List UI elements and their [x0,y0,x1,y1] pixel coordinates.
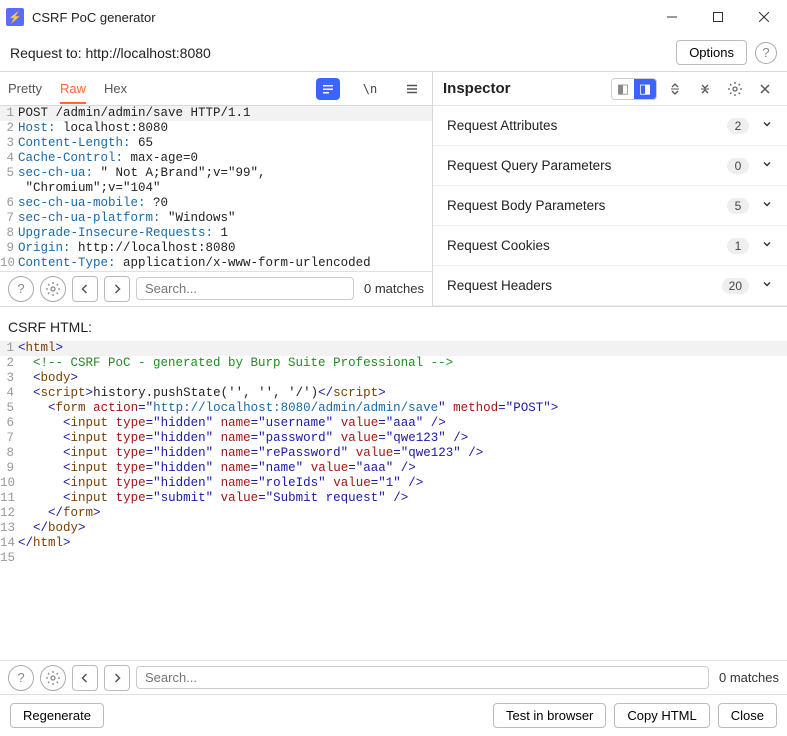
prev-match-button[interactable] [72,276,98,302]
code-line: 10Content-Type: application/x-www-form-u… [0,256,432,271]
layout-right-icon[interactable]: ◨ [634,79,656,99]
chevron-down-icon [761,198,773,213]
close-button[interactable]: Close [718,703,777,728]
code-line: 15 [0,551,787,566]
code-line: 6 <input type="hidden" name="username" v… [0,416,787,431]
code-line: 2Host: localhost:8080 [0,121,432,136]
options-button[interactable]: Options [676,40,747,65]
split-pane: Pretty Raw Hex \n 1POST /admin/admin/sav… [0,72,787,307]
tab-hex[interactable]: Hex [104,75,127,102]
request-pane: Pretty Raw Hex \n 1POST /admin/admin/sav… [0,72,433,306]
code-line: 11 <input type="submit" value="Submit re… [0,491,787,506]
inspector-row[interactable]: Request Headers20 [433,266,787,306]
copy-html-button[interactable]: Copy HTML [614,703,709,728]
code-line: 14</html> [0,536,787,551]
inspector-pane: Inspector ◧ ◨ Request Attributes2Request… [433,72,787,306]
tab-pretty[interactable]: Pretty [8,75,42,102]
chevron-down-icon [761,158,773,173]
layout-left-icon[interactable]: ◧ [612,79,634,99]
gear-icon[interactable] [40,276,66,302]
code-line: 5 <form action="http://localhost:8080/ad… [0,401,787,416]
count-badge: 2 [727,118,749,134]
prev-match-button[interactable] [72,665,98,691]
request-code[interactable]: 1POST /admin/admin/save HTTP/1.12Host: l… [0,106,432,271]
next-match-button[interactable] [104,665,130,691]
layout-toggle[interactable]: ◧ ◨ [611,78,657,100]
code-line: 4Cache-Control: max-age=0 [0,151,432,166]
actions-icon[interactable] [316,78,340,100]
code-line: 10 <input type="hidden" name="roleIds" v… [0,476,787,491]
help-icon[interactable]: ? [755,42,777,64]
code-line: "Chromium";v="104" [0,181,432,196]
code-line: 4 <script>history.pushState('', '', '/')… [0,386,787,401]
code-line: 1<html> [0,341,787,356]
inspector-row-label: Request Headers [447,278,722,293]
gear-icon[interactable] [40,665,66,691]
subbar: Request to: http://localhost:8080 Option… [0,34,787,72]
inspector-row-label: Request Cookies [447,238,727,253]
inspector-row[interactable]: Request Body Parameters5 [433,186,787,226]
count-badge: 5 [727,198,749,214]
maximize-button[interactable] [695,2,741,32]
help-icon[interactable]: ? [8,276,34,302]
csrf-code[interactable]: 1<html>2 <!-- CSRF PoC - generated by Bu… [0,341,787,660]
request-to-label: Request to: http://localhost:8080 [10,45,676,61]
csrf-searchbar: ? 0 matches [0,660,787,694]
close-inspector-icon[interactable] [753,78,777,100]
inspector-title: Inspector [443,80,605,97]
inspector-row[interactable]: Request Query Parameters0 [433,146,787,186]
next-match-button[interactable] [104,276,130,302]
inspector-row-label: Request Body Parameters [447,198,727,213]
code-line: 6sec-ch-ua-mobile: ?0 [0,196,432,211]
search-input[interactable] [136,666,709,689]
match-count: 0 matches [719,670,779,685]
expand-all-icon[interactable] [663,78,687,100]
count-badge: 0 [727,158,749,174]
request-tabs: Pretty Raw Hex \n [0,72,432,106]
chevron-down-icon [761,278,773,293]
close-window-button[interactable] [741,2,787,32]
chevron-down-icon [761,238,773,253]
match-count: 0 matches [364,281,424,296]
code-line: 3Content-Length: 65 [0,136,432,151]
code-line: 9Origin: http://localhost:8080 [0,241,432,256]
gear-icon[interactable] [723,78,747,100]
count-badge: 20 [722,278,749,294]
csrf-html-label: CSRF HTML: [0,307,787,341]
window-title: CSRF PoC generator [32,10,649,25]
test-in-browser-button[interactable]: Test in browser [493,703,606,728]
code-line: 2 <!-- CSRF PoC - generated by Burp Suit… [0,356,787,371]
code-line: 1POST /admin/admin/save HTTP/1.1 [0,106,432,121]
chevron-down-icon [761,118,773,133]
minimize-button[interactable] [649,2,695,32]
inspector-header: Inspector ◧ ◨ [433,72,787,106]
search-input[interactable] [136,277,354,300]
code-line: 8Upgrade-Insecure-Requests: 1 [0,226,432,241]
code-line: 3 <body> [0,371,787,386]
app-icon: ⚡ [6,8,24,26]
code-line: 13 </body> [0,521,787,536]
regenerate-button[interactable]: Regenerate [10,703,104,728]
inspector-row-label: Request Query Parameters [447,158,727,173]
titlebar: ⚡ CSRF PoC generator [0,0,787,34]
code-line: 5sec-ch-ua: " Not A;Brand";v="99", [0,166,432,181]
code-line: 9 <input type="hidden" name="name" value… [0,461,787,476]
inspector-row[interactable]: Request Attributes2 [433,106,787,146]
request-searchbar: ? 0 matches [0,271,432,305]
code-line: 12 </form> [0,506,787,521]
code-line: 7sec-ch-ua-platform: "Windows" [0,211,432,226]
count-badge: 1 [727,238,749,254]
inspector-row[interactable]: Request Cookies1 [433,226,787,266]
help-icon[interactable]: ? [8,665,34,691]
code-line: 8 <input type="hidden" name="rePassword"… [0,446,787,461]
bottom-bar: Regenerate Test in browser Copy HTML Clo… [0,694,787,736]
code-line: 7 <input type="hidden" name="password" v… [0,431,787,446]
collapse-all-icon[interactable] [693,78,717,100]
inspector-row-label: Request Attributes [447,118,727,133]
tab-raw[interactable]: Raw [60,75,86,104]
hamburger-icon[interactable] [400,78,424,100]
newline-indicator[interactable]: \n [358,78,382,100]
